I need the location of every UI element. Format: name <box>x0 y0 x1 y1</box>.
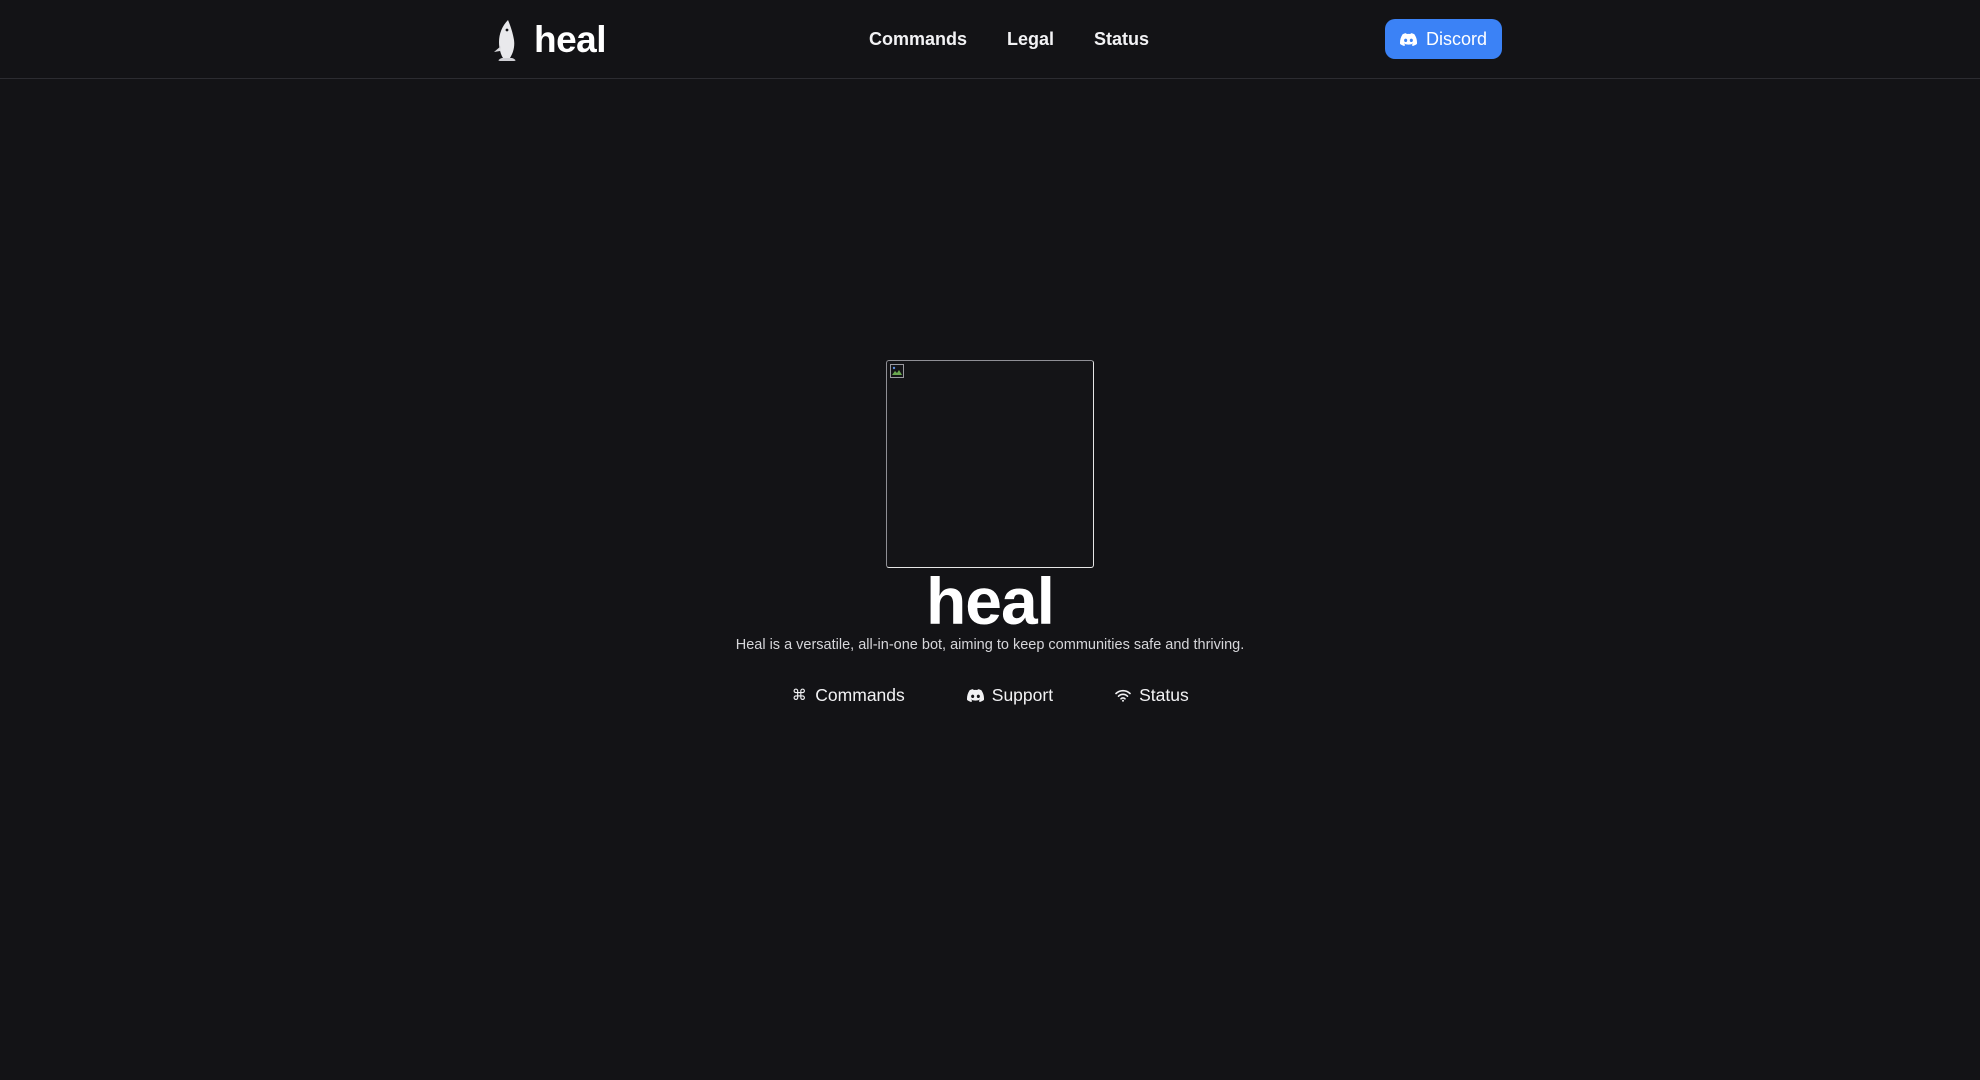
hero-links: ⌘ Commands Support Status <box>0 684 1980 706</box>
hero-support-link[interactable]: Support <box>966 684 1054 706</box>
hero-status-label: Status <box>1139 685 1189 705</box>
nav-commands-link[interactable]: Commands <box>869 27 967 51</box>
discord-icon <box>1399 32 1417 46</box>
penguin-logo-icon <box>494 20 516 61</box>
main-nav: Commands Legal Status <box>869 27 1149 51</box>
top-navbar: heal Commands Legal Status Discord <box>0 0 1980 79</box>
discord-button[interactable]: Discord <box>1384 19 1502 59</box>
hero-commands-label: Commands <box>815 685 905 705</box>
discord-button-label: Discord <box>1425 28 1487 49</box>
hero-status-link[interactable]: Status <box>1115 684 1189 706</box>
hero-section: heal Heal is a versatile, all-in-one bot… <box>0 360 1980 706</box>
brand-name: heal <box>534 19 607 60</box>
hero-description: Heal is a versatile, all-in-one bot, aim… <box>735 637 1245 653</box>
wifi-icon <box>1115 689 1131 702</box>
hero-title: heal <box>925 564 1055 638</box>
brand-home-link[interactable]: heal <box>488 18 607 62</box>
command-icon: ⌘ <box>791 685 807 704</box>
bot-avatar-image <box>886 360 1094 568</box>
hero-commands-link[interactable]: ⌘ Commands <box>791 684 905 706</box>
broken-image-icon <box>890 364 904 378</box>
discord-icon <box>966 688 984 702</box>
nav-legal-link[interactable]: Legal <box>1007 27 1054 51</box>
nav-status-link[interactable]: Status <box>1094 27 1149 51</box>
navbar-container: heal Commands Legal Status Discord <box>488 0 1502 78</box>
hero-support-label: Support <box>991 685 1054 705</box>
